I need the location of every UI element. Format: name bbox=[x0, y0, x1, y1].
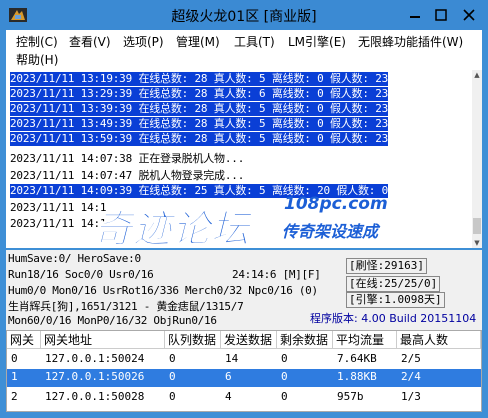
col-max-users[interactable]: 最高人数 bbox=[397, 331, 481, 349]
log-line: 2023/11/11 13:39:39 在线总数: 28 真人数: 5 离线数:… bbox=[10, 102, 389, 116]
log-line: 2023/11/11 13:59:39 在线总数: 28 真人数: 5 离线数:… bbox=[10, 132, 389, 146]
col-queue[interactable]: 队列数据 bbox=[165, 331, 221, 349]
cell-avg-traffic: 1.88KB bbox=[337, 370, 377, 383]
app-window: 超级火龙01区 [商业版] 控制(C) 查看(V) 选项(P) 管理(M) 工具… bbox=[0, 0, 488, 418]
log-line: 2023/11/11 13:49:39 在线总数: 28 真人数: 5 离线数:… bbox=[10, 117, 389, 131]
cell-sent: 4 bbox=[225, 390, 232, 403]
col-address[interactable]: 网关地址 bbox=[41, 331, 165, 349]
cell-address: 127.0.0.1:50028 bbox=[45, 390, 145, 403]
cell-queue: 0 bbox=[169, 352, 176, 365]
cell-remaining: 0 bbox=[281, 370, 288, 383]
gateway-table: 网关 网关地址 队列数据 发送数据 剩余数据 平均流量 最高人数 0 127.0… bbox=[6, 330, 482, 412]
minimize-button[interactable] bbox=[404, 4, 426, 26]
watermark-sub: 传奇架设速成 bbox=[282, 222, 379, 241]
log-line: 2023/11/11 14:07:47 脱机人物登录完成... bbox=[10, 169, 245, 182]
menu-control[interactable]: 控制(C) bbox=[16, 33, 58, 50]
cell-sent: 14 bbox=[225, 352, 239, 365]
table-row[interactable]: 0 127.0.0.1:50024 0 14 0 7.64KB 2/5 bbox=[7, 351, 481, 369]
col-gateway[interactable]: 网关 bbox=[7, 331, 41, 349]
log-line: 2023/11/11 14:1 bbox=[10, 201, 107, 214]
cell-max-users: 1/3 bbox=[401, 390, 421, 403]
table-row[interactable]: 2 127.0.0.1:50028 0 4 0 957b 1/3 bbox=[7, 389, 481, 407]
cell-address: 127.0.0.1:50026 bbox=[45, 370, 145, 383]
menu-manage[interactable]: 管理(M) bbox=[176, 33, 220, 50]
status-save: HumSave:0/ HeroSave:0 bbox=[8, 252, 141, 265]
scroll-down-icon[interactable]: ▼ bbox=[472, 238, 482, 248]
refresh-count: [刷怪:29163] bbox=[346, 258, 427, 274]
col-sent[interactable]: 发送数据 bbox=[221, 331, 277, 349]
online-count: [在线:25/25/0] bbox=[346, 276, 441, 292]
status-run: Run18/16 Soc0/0 Usr0/16 bbox=[8, 268, 154, 281]
menu-help[interactable]: 帮助(H) bbox=[16, 51, 58, 68]
cell-max-users: 2/5 bbox=[401, 352, 421, 365]
program-version: 程序版本: 4.00 Build 20151104 bbox=[310, 312, 477, 325]
status-zodiac: 生肖辉兵[狗],1651/3121 - 黄金痣鼠/1315/7 bbox=[8, 300, 244, 313]
cell-gateway: 0 bbox=[11, 352, 18, 365]
menu-bar: 控制(C) 查看(V) 选项(P) 管理(M) 工具(T) LM引擎(E) 无限… bbox=[6, 30, 482, 70]
menu-plugins[interactable]: 无限蜂功能插件(W) bbox=[358, 33, 463, 50]
title-bar[interactable]: 超级火龙01区 [商业版] bbox=[0, 0, 488, 30]
cell-avg-traffic: 7.64KB bbox=[337, 352, 377, 365]
menu-options[interactable]: 选项(P) bbox=[123, 33, 164, 50]
cell-avg-traffic: 957b bbox=[337, 390, 364, 403]
scroll-up-icon[interactable]: ▲ bbox=[472, 70, 482, 80]
log-line: 2023/11/11 14:07:38 正在登录脱机人物... bbox=[10, 152, 245, 165]
status-time: 24:14:6 [M][F] bbox=[232, 268, 321, 281]
log-line: 2023/11/11 13:29:39 在线总数: 28 真人数: 6 离线数:… bbox=[10, 87, 389, 101]
menu-view[interactable]: 查看(V) bbox=[69, 33, 111, 50]
scroll-thumb[interactable] bbox=[473, 218, 481, 234]
watermark-url: 108pc.com bbox=[284, 194, 388, 214]
watermark-main: 奇迹论坛 bbox=[93, 207, 251, 252]
menu-lm-engine[interactable]: LM引擎(E) bbox=[288, 33, 346, 50]
log-line: 2023/11/11 14:1 bbox=[10, 217, 107, 230]
cell-queue: 0 bbox=[169, 390, 176, 403]
status-counts: Hum0/0 Mon0/16 UsrRot16/336 Merch0/32 Np… bbox=[8, 284, 318, 297]
cell-sent: 6 bbox=[225, 370, 232, 383]
engine-uptime: [引擎:1.0098天] bbox=[346, 292, 445, 308]
col-remaining[interactable]: 剩余数据 bbox=[277, 331, 333, 349]
cell-queue: 0 bbox=[169, 370, 176, 383]
cell-gateway: 1 bbox=[11, 370, 18, 383]
cell-address: 127.0.0.1:50024 bbox=[45, 352, 145, 365]
close-button[interactable] bbox=[458, 4, 480, 26]
status-mon: Mon60/0/16 MonP0/16/32 ObjRun0/16 bbox=[8, 314, 217, 327]
menu-tools[interactable]: 工具(T) bbox=[234, 33, 275, 50]
col-avg-traffic[interactable]: 平均流量 bbox=[333, 331, 397, 349]
cell-gateway: 2 bbox=[11, 390, 18, 403]
maximize-button[interactable] bbox=[430, 4, 452, 26]
log-scrollbar[interactable]: ▲ ▼ bbox=[472, 70, 482, 248]
log-line: 2023/11/11 13:19:39 在线总数: 28 真人数: 5 离线数:… bbox=[10, 72, 389, 86]
cell-max-users: 2/4 bbox=[401, 370, 421, 383]
status-panel: HumSave:0/ HeroSave:0 Run18/16 Soc0/0 Us… bbox=[6, 250, 482, 330]
cell-remaining: 0 bbox=[281, 390, 288, 403]
cell-remaining: 0 bbox=[281, 352, 288, 365]
table-row-selected[interactable]: 1 127.0.0.1:50026 0 6 0 1.88KB 2/4 bbox=[7, 369, 481, 387]
